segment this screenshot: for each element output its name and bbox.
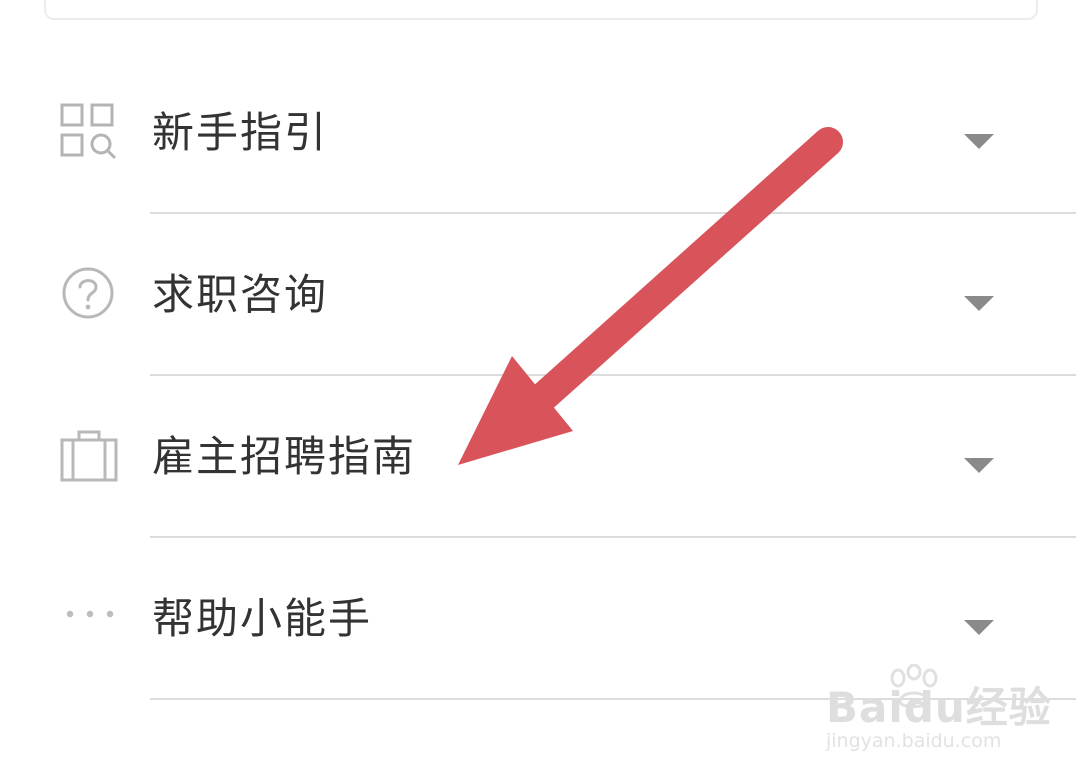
search-input[interactable]	[44, 0, 1038, 20]
menu-item-label: 新手指引	[152, 108, 329, 157]
apps-search-icon	[60, 103, 117, 160]
baidu-watermark: Baidu经验 jingyan.baidu.com	[822, 664, 1052, 760]
menu-item-consult[interactable]: 求职咨询	[0, 214, 1076, 374]
chevron-down-icon[interactable]	[962, 294, 996, 314]
watermark-brand: Baidu经验	[826, 683, 1052, 732]
menu-item-label: 求职咨询	[152, 270, 329, 319]
watermark-url: jingyan.baidu.com	[826, 730, 1002, 752]
chevron-down-icon[interactable]	[962, 132, 996, 152]
menu-item-guide[interactable]: 新手指引	[0, 52, 1076, 212]
menu-item-label: 帮助小能手	[152, 594, 373, 643]
search-icon	[142, 0, 172, 22]
menu-item-employer-guide[interactable]: 雇主招聘指南	[0, 376, 1076, 536]
briefcase-icon	[60, 430, 118, 482]
chevron-down-icon[interactable]	[962, 618, 996, 638]
question-circle-icon	[62, 267, 114, 319]
menu-item-label: 雇主招聘指南	[152, 432, 417, 481]
chevron-down-icon[interactable]	[962, 456, 996, 476]
more-dots-icon	[66, 610, 114, 618]
